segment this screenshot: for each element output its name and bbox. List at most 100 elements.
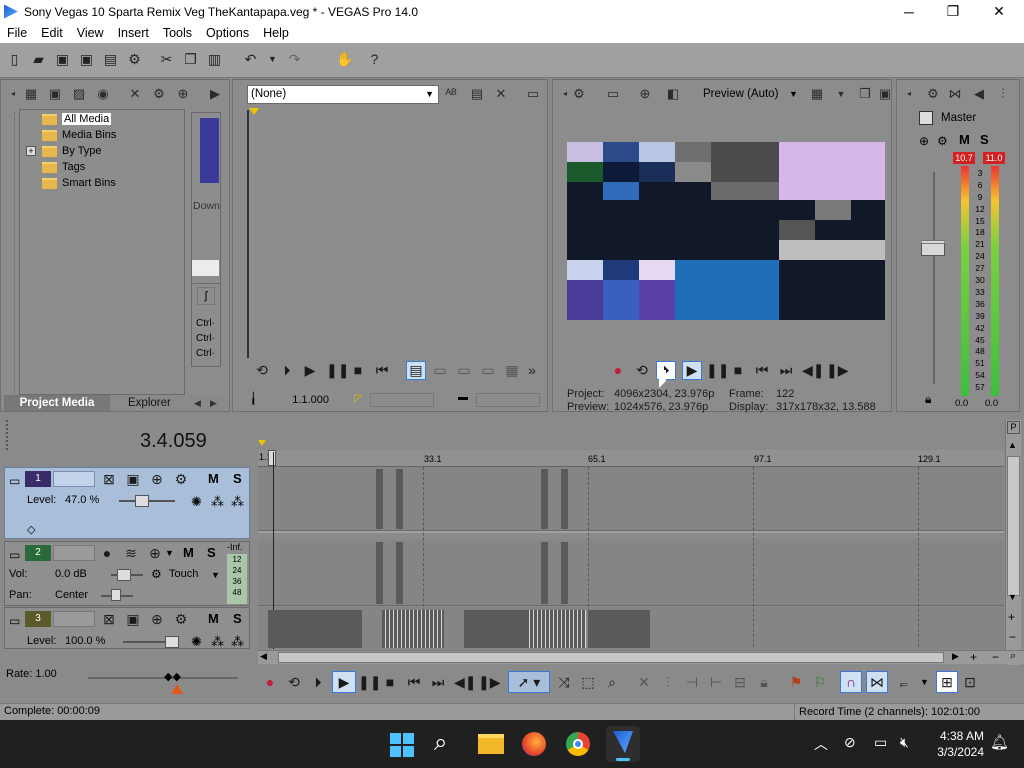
- compositing-icon[interactable]: ⊕: [149, 471, 165, 487]
- peak-left[interactable]: 10.7: [953, 152, 975, 164]
- audio-event[interactable]: [561, 542, 568, 604]
- fx-icon[interactable]: ʃ: [197, 287, 215, 305]
- bus-settings-icon[interactable]: ⚙: [937, 134, 948, 148]
- chevron-down-icon[interactable]: ▼: [211, 570, 220, 580]
- stop-icon[interactable]: ■: [382, 674, 398, 690]
- remove-media-icon[interactable]: ✕: [127, 86, 143, 102]
- add-after-icon[interactable]: ▭: [456, 362, 472, 378]
- menu-options[interactable]: Options: [199, 26, 256, 40]
- track-header-1[interactable]: ▭ 1 ⊠ ▣ ⊕ ⚙ M S Level: 47.0 % ✺ ⁂ ⁂ ◇: [4, 467, 250, 539]
- add-before-icon[interactable]: ▭: [480, 362, 496, 378]
- video-frame[interactable]: [567, 142, 885, 320]
- trimmer-layout-icon[interactable]: ▭: [525, 86, 541, 102]
- grid-icon[interactable]: ▦: [809, 86, 825, 102]
- preview-fx-icon[interactable]: ⚙: [571, 86, 587, 102]
- tab-scroll-right-icon[interactable]: ▶: [210, 395, 217, 411]
- edit-tool-icon[interactable]: ✋: [336, 51, 353, 68]
- video-event[interactable]: [396, 469, 403, 529]
- chevron-down-icon[interactable]: ▼: [789, 89, 798, 99]
- lock-icon[interactable]: 🔒︎: [925, 392, 931, 407]
- save-snapshot-icon[interactable]: ▣: [877, 86, 893, 102]
- auto-ripple-icon[interactable]: ⫭: [896, 674, 912, 690]
- open-icon[interactable]: ▰: [30, 51, 47, 68]
- loop-icon[interactable]: ⟲: [254, 362, 270, 378]
- chevron-down-icon[interactable]: ▼: [833, 86, 849, 102]
- track-mute-button[interactable]: M: [183, 545, 194, 560]
- zoom-out-icon[interactable]: −: [1009, 630, 1016, 644]
- next-frame-icon[interactable]: ❚▶: [478, 674, 501, 690]
- video-event[interactable]: [526, 610, 586, 648]
- stop-icon[interactable]: ■: [730, 362, 746, 378]
- master-solo-button[interactable]: S: [980, 132, 989, 147]
- pan-slider-handle[interactable]: [111, 589, 121, 601]
- track-settings-icon[interactable]: ⚙: [173, 611, 189, 627]
- tab-explorer[interactable]: Explorer: [128, 395, 171, 411]
- track-name-field[interactable]: [53, 471, 95, 487]
- paste-icon[interactable]: ▥: [206, 51, 223, 68]
- scroll-right-icon[interactable]: ▶: [952, 651, 959, 662]
- menu-file[interactable]: File: [0, 26, 34, 40]
- invert-phase-icon[interactable]: ≋: [123, 545, 139, 561]
- menu-edit[interactable]: Edit: [34, 26, 70, 40]
- track-name-field[interactable]: [53, 611, 95, 627]
- save-as-icon[interactable]: ▣: [78, 51, 95, 68]
- tab-scroll-left-icon[interactable]: ◀: [194, 395, 201, 411]
- selection-tool-icon[interactable]: ⬚: [580, 674, 596, 690]
- go-to-end-icon[interactable]: ⏭: [778, 362, 794, 378]
- video-event[interactable]: [382, 610, 444, 648]
- level-slider-handle[interactable]: [135, 495, 149, 507]
- snapping-icon[interactable]: ∩: [840, 671, 862, 693]
- auto-crossfade-icon[interactable]: ⋈: [866, 671, 888, 693]
- panel-dock-handle[interactable]: [5, 112, 15, 400]
- tab-project-media[interactable]: Project Media: [4, 395, 110, 411]
- undo-icon[interactable]: ↶: [242, 51, 259, 68]
- track-name-field[interactable]: [53, 545, 95, 561]
- trimmer-waveform-area[interactable]: [247, 110, 543, 358]
- more-icon[interactable]: »: [524, 362, 540, 378]
- media-fx-icon[interactable]: ⚙: [151, 86, 167, 102]
- fit-icon[interactable]: ▦: [504, 362, 520, 378]
- level-slider-handle[interactable]: [165, 636, 179, 648]
- master-settings-icon[interactable]: ⚙: [925, 86, 941, 102]
- new-icon[interactable]: ▯: [6, 51, 23, 68]
- track-mute-button[interactable]: M: [208, 611, 219, 626]
- insert-marker-icon[interactable]: ⚑: [788, 674, 804, 690]
- chevron-down-icon[interactable]: ▼: [920, 677, 929, 687]
- vol-slider-handle[interactable]: [117, 569, 131, 581]
- notifications-icon[interactable]: 🔔︎: [990, 733, 1009, 751]
- trimmer-mode-icon[interactable]: ▤: [406, 361, 426, 380]
- timeline-vertical-scrollbar[interactable]: P ▲ ▼ + −: [1005, 420, 1021, 665]
- clock[interactable]: 4:38 AM 3/3/2024: [920, 728, 984, 760]
- menu-tools[interactable]: Tools: [156, 26, 199, 40]
- track-solo-button[interactable]: S: [233, 471, 242, 486]
- properties-icon[interactable]: ⚙: [126, 51, 143, 68]
- media-thumbnail[interactable]: [200, 118, 219, 183]
- mixer-icon[interactable]: ⫶: [995, 86, 1011, 102]
- trimmer-timecode[interactable]: 1.1.000: [268, 392, 332, 408]
- undo-dropdown-icon[interactable]: ▼: [264, 51, 281, 68]
- firefox-icon[interactable]: [522, 732, 546, 756]
- composite-mode-icon[interactable]: ✺: [191, 634, 202, 648]
- chevron-down-icon[interactable]: ▼: [165, 548, 174, 558]
- pause-icon[interactable]: ❚❚: [326, 362, 349, 378]
- timeline-grip[interactable]: [6, 420, 14, 450]
- whats-this-help-icon[interactable]: ?: [366, 51, 383, 68]
- maximize-button[interactable]: ❐: [930, 0, 976, 23]
- play-from-start-icon[interactable]: ⏵: [279, 362, 295, 378]
- track-settings-icon[interactable]: ⚙: [173, 471, 189, 487]
- track-lane-2[interactable]: [258, 540, 1004, 606]
- record-icon[interactable]: ●: [262, 674, 278, 690]
- tree-item-by-type[interactable]: + By Type: [26, 144, 102, 158]
- media-properties-icon[interactable]: ⊕: [175, 86, 191, 102]
- get-media-icon[interactable]: ▨: [71, 86, 87, 102]
- rate-slider-track[interactable]: [88, 677, 238, 679]
- scroll-left-icon[interactable]: ◀: [260, 651, 267, 662]
- copy-snapshot-icon[interactable]: ❐: [857, 86, 873, 102]
- split-screen-icon[interactable]: ⊕: [637, 86, 653, 102]
- video-event[interactable]: [376, 469, 383, 529]
- track-mute-button[interactable]: M: [208, 471, 219, 486]
- child-motion-icon[interactable]: ⁂: [231, 494, 244, 510]
- play-icon[interactable]: ▶: [332, 671, 356, 693]
- pause-icon[interactable]: ❚❚: [706, 362, 729, 378]
- clear-trimmer-icon[interactable]: ✕: [493, 86, 509, 102]
